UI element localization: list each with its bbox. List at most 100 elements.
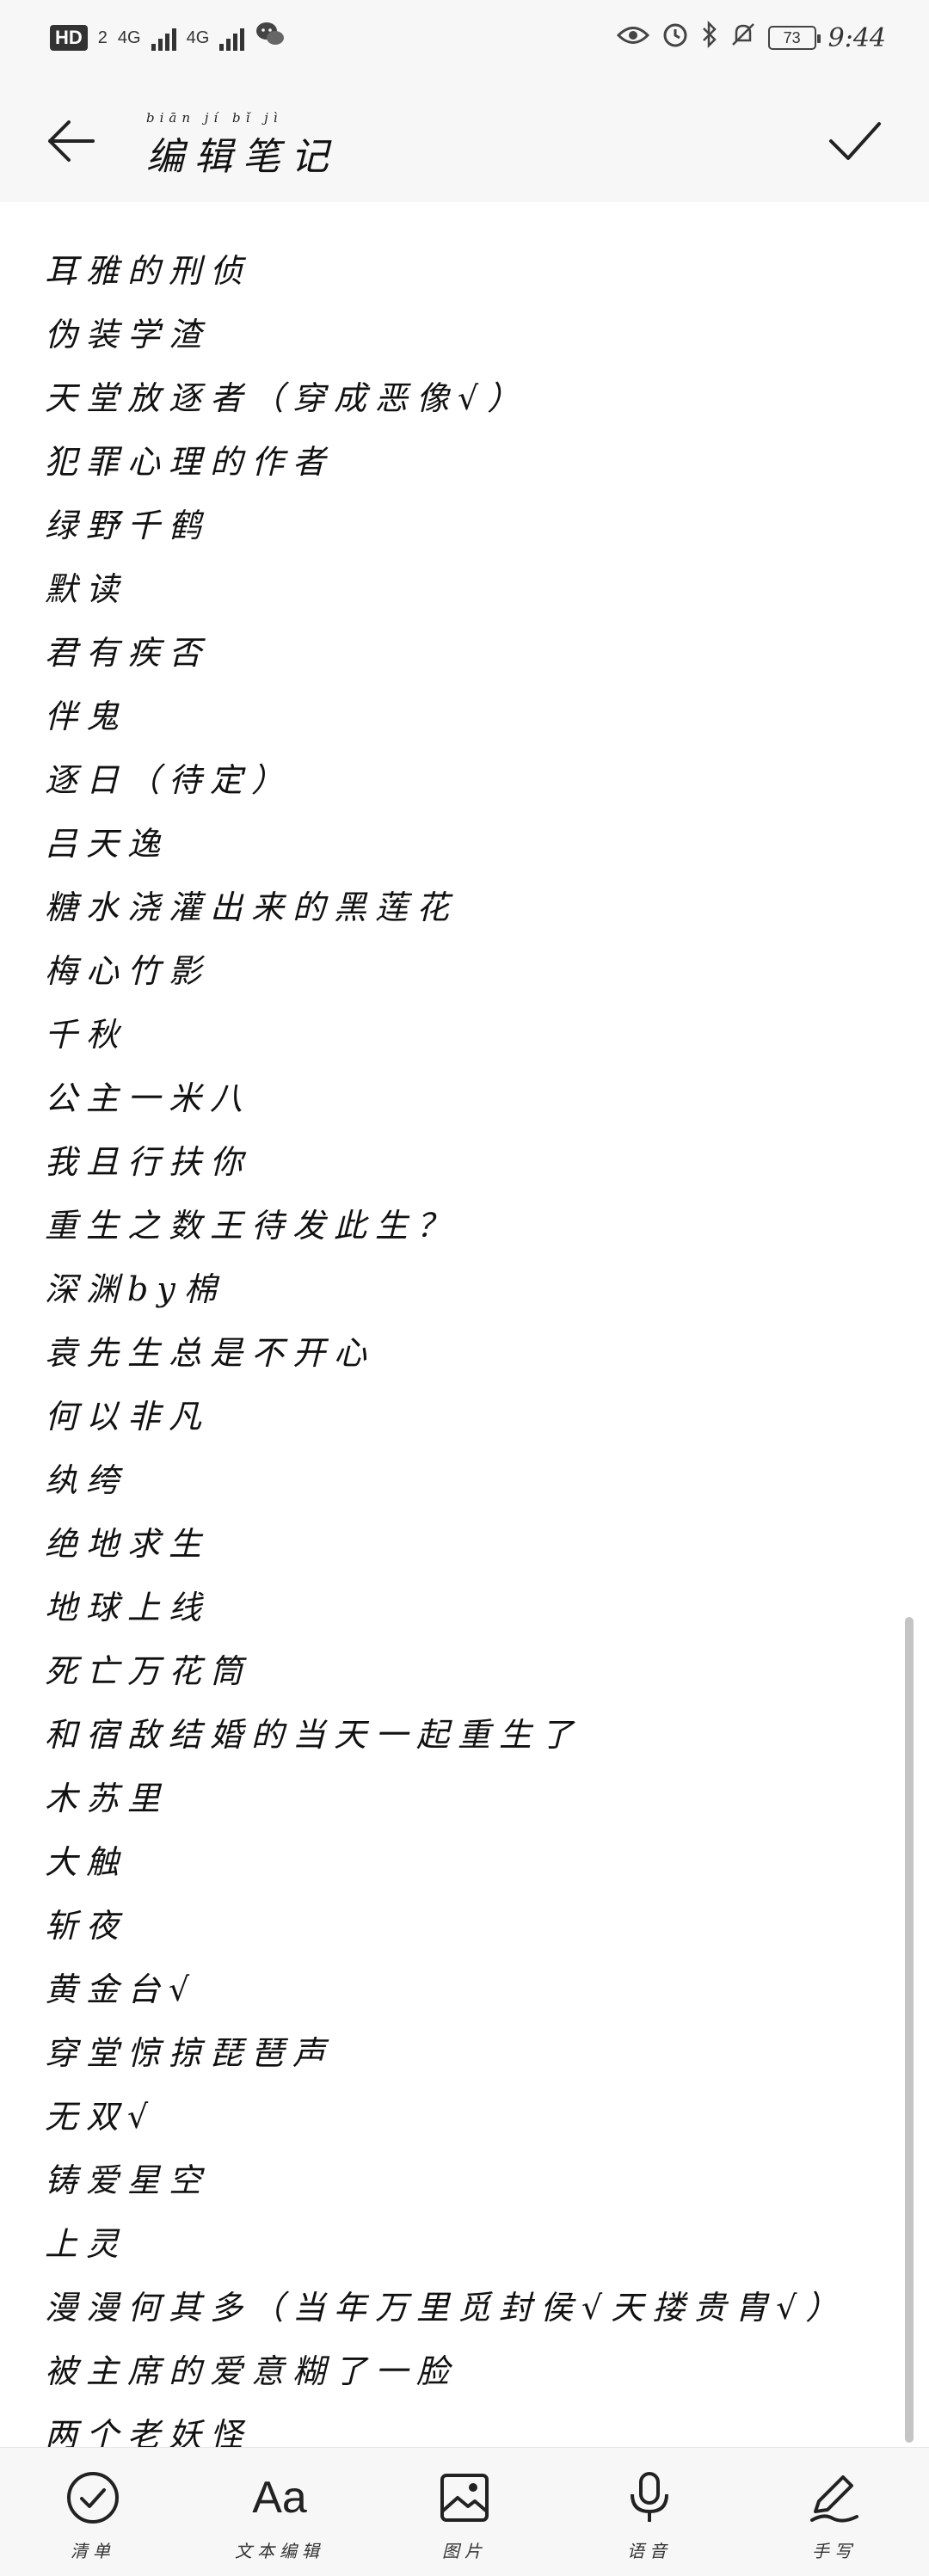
arrow-left-icon bbox=[48, 120, 95, 162]
note-line-text: 上灵 bbox=[45, 2225, 128, 2263]
note-line[interactable]: 默读 bbox=[45, 546, 846, 610]
checklist-label: 清单 bbox=[71, 2541, 115, 2561]
signal-icon bbox=[151, 25, 176, 51]
note-line[interactable]: 斩夜 bbox=[45, 1883, 846, 1946]
page-title-group: biān jí bǐ jì 编辑笔记 bbox=[146, 110, 339, 181]
note-line[interactable]: 犯罪心理的作者 bbox=[45, 419, 846, 483]
text-edit-button[interactable]: Aa 文本编辑 bbox=[219, 2463, 340, 2570]
handwrite-button[interactable]: 手写 bbox=[774, 2463, 895, 2570]
note-body[interactable]: 耳雅的刑侦伪装学渣天堂放逐者（穿成恶像√） 犯罪心理的作者 绿野千鹤默读君有疾否伴鬼… bbox=[0, 202, 929, 2447]
note-line[interactable]: 无双√ bbox=[45, 2074, 846, 2137]
note-line-text: 木苏里 bbox=[45, 1780, 169, 1817]
note-line-text: 天堂放逐者（穿成恶像√） bbox=[45, 379, 529, 417]
note-line-text: 吕天逸 bbox=[45, 825, 169, 863]
image-button[interactable]: 图片 bbox=[404, 2463, 525, 2570]
note-line[interactable]: 天堂放逐者（穿成恶像√） bbox=[45, 355, 846, 419]
note-line[interactable]: 绝地求生 bbox=[45, 1501, 846, 1565]
hd-badge: HD bbox=[50, 25, 88, 51]
note-line[interactable]: 和宿敌结婚的当天一起重生了 bbox=[45, 1692, 846, 1755]
note-line-text: 两个老妖怪 bbox=[45, 2416, 252, 2447]
note-line[interactable]: 耳雅的刑侦 bbox=[45, 228, 846, 292]
checklist-button[interactable]: 清单 bbox=[33, 2463, 153, 2570]
note-line-text: 君有疾否 bbox=[45, 634, 211, 672]
eye-icon bbox=[616, 23, 649, 53]
note-line-text: 千秋 bbox=[45, 1016, 128, 1054]
page-title-pinyin: biān jí bǐ jì bbox=[146, 110, 283, 126]
note-line-text: 伴鬼 bbox=[45, 698, 128, 735]
note-line[interactable]: 地球上线 bbox=[45, 1565, 846, 1628]
bottom-toolbar: 清单 Aa 文本编辑 图片 语音 手写 bbox=[0, 2447, 929, 2576]
note-line[interactable]: 穿堂惊掠琵琶声 bbox=[45, 2010, 846, 2074]
note-line[interactable]: 何以非凡 bbox=[45, 1374, 846, 1437]
note-line-text: 死亡万花筒 bbox=[45, 1652, 252, 1690]
note-line-text: 我且行扶你 bbox=[45, 1143, 252, 1181]
note-line[interactable]: 重生之数王待发此生？ bbox=[45, 1183, 846, 1246]
note-line[interactable]: 公主一米八 bbox=[45, 1055, 846, 1119]
note-line[interactable]: 黄金台√ bbox=[45, 1946, 846, 2010]
back-button[interactable] bbox=[43, 114, 98, 169]
network-type-2: 4G bbox=[186, 28, 210, 47]
clock: 9:44 bbox=[827, 22, 886, 53]
image-label: 图片 bbox=[442, 2541, 487, 2561]
note-line[interactable]: 死亡万花筒 bbox=[45, 1628, 846, 1692]
note-line[interactable]: 逐日（待定） bbox=[45, 737, 846, 801]
confirm-button[interactable] bbox=[824, 114, 886, 169]
note-line-text: 逐日（待定） bbox=[45, 761, 293, 799]
note-line-text: 袁先生总是不开心 bbox=[45, 1334, 376, 1372]
note-line[interactable]: 上灵 bbox=[45, 2201, 846, 2265]
page-title: 编辑笔记 bbox=[146, 135, 339, 179]
note-line[interactable]: 木苏里 bbox=[45, 1755, 846, 1819]
note-line[interactable]: 糖水浇灌出来的黑莲花 bbox=[45, 864, 846, 928]
status-right: 73 9:44 bbox=[616, 19, 886, 57]
status-bar: HD 2 4G 4G 73 9:44 bbox=[0, 0, 929, 77]
note-line[interactable]: 被主席的爱意糊了一脸 bbox=[45, 2328, 846, 2392]
note-line[interactable]: 纨绔 bbox=[45, 1437, 846, 1501]
note-line[interactable]: 千秋 bbox=[45, 992, 846, 1055]
note-line[interactable]: 铸爱星空 bbox=[45, 2137, 846, 2201]
status-left: HD 2 4G 4G bbox=[50, 19, 286, 57]
note-line-text: 重生之数王待发此生？ bbox=[45, 1207, 458, 1245]
note-line[interactable]: 漫漫何其多（当年万里觅封侯√天搂贵胄√） bbox=[45, 2265, 846, 2328]
note-line-text: 和宿敌结婚的当天一起重生了 bbox=[45, 1716, 582, 1754]
note-line-text: 犯罪心理的作者 bbox=[45, 443, 335, 481]
microphone-icon bbox=[631, 2472, 668, 2522]
note-line[interactable]: 梅心竹影 bbox=[45, 928, 846, 992]
note-line-text: 穿堂惊掠琵琶声 bbox=[45, 2034, 335, 2072]
note-lines: 耳雅的刑侦伪装学渣天堂放逐者（穿成恶像√） 犯罪心理的作者 绿野千鹤默读君有疾否伴鬼… bbox=[45, 228, 846, 2447]
voice-button[interactable]: 语音 bbox=[589, 2463, 710, 2570]
note-line-text: 公主一米八 bbox=[45, 1079, 252, 1117]
editor-header: biān jí bǐ jì 编辑笔记 bbox=[0, 77, 929, 202]
network-type-1: 4G bbox=[117, 28, 141, 47]
note-line-text: 糖水浇灌出来的黑莲花 bbox=[45, 888, 458, 926]
note-line[interactable]: 伴鬼 bbox=[45, 673, 846, 737]
sim-number: 2 bbox=[97, 28, 108, 47]
note-line-text: 深渊by棉 bbox=[45, 1270, 225, 1308]
note-line-text: 地球上线 bbox=[45, 1589, 211, 1626]
note-line[interactable]: 伪装学渣 bbox=[45, 292, 846, 355]
pen-icon bbox=[810, 2475, 858, 2523]
note-line[interactable]: 两个老妖怪 bbox=[45, 2392, 846, 2447]
note-line-text: 无双√ bbox=[45, 2098, 157, 2136]
note-line-text: 梅心竹影 bbox=[45, 952, 211, 990]
scrollbar[interactable] bbox=[905, 1617, 914, 2443]
note-line-text: 黄金台√ bbox=[45, 1970, 199, 2008]
note-line-text: 绝地求生 bbox=[45, 1525, 211, 1563]
note-line-text: 伪装学渣 bbox=[45, 316, 211, 354]
note-line[interactable]: 深渊by棉 bbox=[45, 1246, 846, 1310]
note-line[interactable]: 我且行扶你 bbox=[45, 1119, 846, 1183]
note-line-text: 何以非凡 bbox=[45, 1398, 211, 1436]
wechat-icon bbox=[255, 21, 286, 55]
note-line-text: 默读 bbox=[45, 570, 128, 608]
note-line[interactable]: 绿野千鹤 bbox=[45, 483, 846, 546]
voice-label: 语音 bbox=[627, 2541, 672, 2561]
note-line-text: 大触 bbox=[45, 1843, 128, 1881]
alarm-icon bbox=[661, 21, 689, 55]
note-line[interactable]: 君有疾否 bbox=[45, 610, 846, 673]
handwrite-label: 手写 bbox=[812, 2541, 857, 2561]
note-line[interactable]: 袁先生总是不开心 bbox=[45, 1310, 846, 1374]
bluetooth-icon bbox=[701, 20, 718, 55]
note-line-text: 斩夜 bbox=[45, 1907, 128, 1945]
text-edit-label: 文本编辑 bbox=[235, 2541, 324, 2561]
note-line[interactable]: 吕天逸 bbox=[45, 801, 846, 864]
note-line[interactable]: 大触 bbox=[45, 1819, 846, 1883]
